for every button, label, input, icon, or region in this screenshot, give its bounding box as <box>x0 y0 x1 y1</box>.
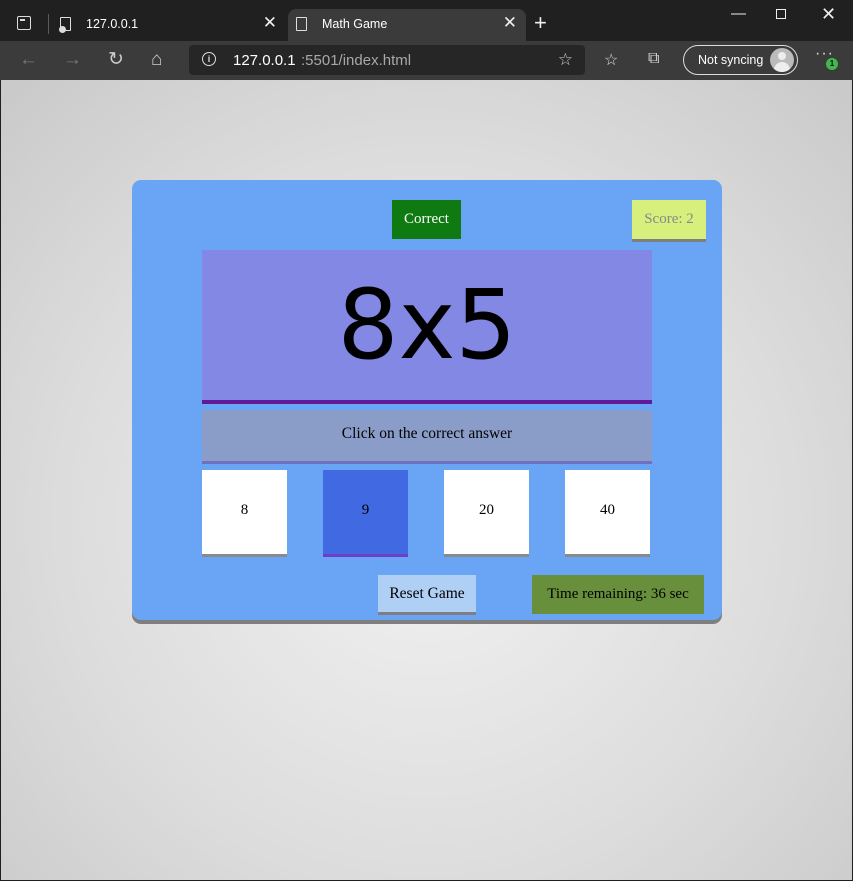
tab-label: Math Game <box>322 17 388 31</box>
page-viewport: Correct Score: 2 8x5 Click on the correc… <box>1 80 852 880</box>
back-icon[interactable]: ← <box>19 49 38 71</box>
answer-choice-3[interactable]: 20 <box>444 470 529 554</box>
favorites-icon[interactable]: ☆ <box>604 50 618 70</box>
time-remaining: Time remaining: 36 sec <box>532 575 704 614</box>
reload-icon[interactable]: ↻ <box>108 49 124 71</box>
answer-choice-4[interactable]: 40 <box>565 470 650 554</box>
tab-label: 127.0.0.1 <box>86 17 139 31</box>
tab-separator <box>48 14 49 34</box>
add-favorite-icon[interactable]: ☆ <box>558 50 573 70</box>
maximize-icon[interactable] <box>776 9 786 19</box>
new-tab-icon[interactable]: + <box>534 12 547 34</box>
close-icon[interactable]: ✕ <box>503 14 517 32</box>
avatar <box>770 48 794 72</box>
answer-choice-1[interactable]: 8 <box>202 470 287 554</box>
reset-game-button[interactable]: Reset Game <box>378 575 476 612</box>
instruction-text: Click on the correct answer <box>202 410 652 464</box>
home-icon[interactable]: ⌂ <box>151 49 162 71</box>
page-icon <box>59 17 71 33</box>
status-badge: Correct <box>392 200 461 239</box>
score-display: Score: 2 <box>632 200 706 239</box>
url-host: 127.0.0.1 <box>233 52 296 69</box>
tab-math-game[interactable]: Math Game ✕ <box>288 9 526 41</box>
window-close-icon[interactable]: ✕ <box>821 5 836 23</box>
collections-icon[interactable]: ⧉ <box>648 50 659 68</box>
question-text: 8x5 <box>337 269 517 381</box>
info-icon[interactable]: i <box>202 52 216 66</box>
address-bar[interactable]: i 127.0.0.1 :5501/index.html ☆ <box>189 45 585 75</box>
profile-sync-button[interactable]: Not syncing <box>683 45 798 75</box>
notification-badge: 1 <box>826 58 838 70</box>
browser-toolbar: ← → ↻ ⌂ i 127.0.0.1 :5501/index.html ☆ ☆… <box>0 41 853 80</box>
url-path: :5501/index.html <box>301 52 412 69</box>
close-icon[interactable]: ✕ <box>263 14 277 32</box>
minimize-icon[interactable]: — <box>731 5 746 23</box>
forward-icon[interactable]: → <box>63 49 82 71</box>
tab-actions-icon[interactable] <box>17 16 31 30</box>
page-icon <box>296 17 307 31</box>
sync-label: Not syncing <box>698 53 764 67</box>
answer-choice-2[interactable]: 9 <box>323 470 408 554</box>
game-panel: Correct Score: 2 8x5 Click on the correc… <box>132 180 722 620</box>
tab-localhost[interactable]: 127.0.0.1 ✕ <box>52 9 286 41</box>
browser-tab-bar: 127.0.0.1 ✕ Math Game ✕ + — ✕ <box>0 0 853 41</box>
question-box: 8x5 <box>202 250 652 404</box>
